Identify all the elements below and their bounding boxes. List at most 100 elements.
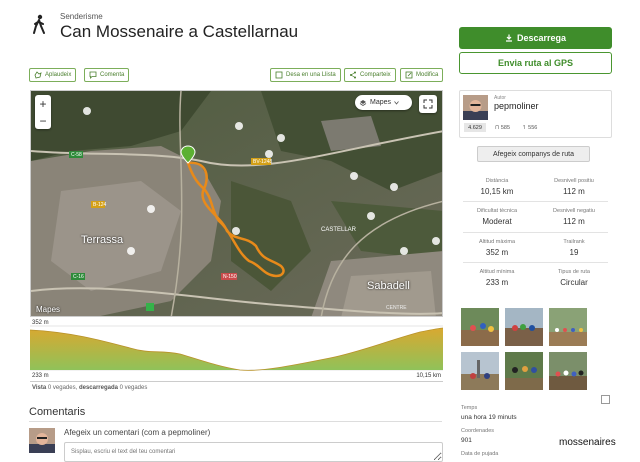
avatar xyxy=(29,428,55,453)
comment-label: Comenta xyxy=(100,72,125,78)
detail-value: Moderat xyxy=(482,217,512,226)
route-map[interactable]: C-58 BV-1248 B-124 C-16 N-150 CASTELLAR … xyxy=(30,90,443,317)
clap-icon xyxy=(34,71,42,79)
save-list-label: Desa en una Llista xyxy=(286,72,336,78)
road-label: N-150 xyxy=(223,274,237,280)
elevation-max-label: 352 m xyxy=(32,320,49,326)
detail-value: 19 xyxy=(569,248,579,257)
divider xyxy=(29,421,442,422)
detail-label: Distància xyxy=(485,178,509,184)
edit-icon xyxy=(405,71,413,79)
chevron-down-icon xyxy=(394,100,399,105)
detail-min-altitude: Altitud mínima 233 m xyxy=(459,269,535,287)
watermark: mossenaires xyxy=(559,437,616,448)
download-button[interactable]: Descarrega xyxy=(459,27,612,49)
road-label: C-58 xyxy=(71,152,82,158)
list-icon xyxy=(275,71,283,79)
download-icon xyxy=(505,34,512,42)
detail-trailrank: Trailrank 19 xyxy=(536,239,612,257)
photos-expand-toggle[interactable] xyxy=(601,395,610,404)
share-icon xyxy=(350,71,356,79)
downloads-value: 0 vegades xyxy=(119,385,148,391)
author-rank-badge: 4.629 xyxy=(464,123,486,132)
views-downloads-line: Vista 0 vegades, descarregada 0 vegades xyxy=(32,385,148,391)
applaud-label: Aplaudeix xyxy=(45,72,72,78)
views-label: Vista xyxy=(32,385,47,391)
edit-label: Modifica xyxy=(416,72,439,78)
add-companions-button[interactable]: Afegeix companys de ruta xyxy=(477,146,590,162)
coords-label: Coordenades xyxy=(461,428,495,434)
detail-label: Trailrank xyxy=(563,239,585,245)
centre-label: CENTRE xyxy=(386,305,407,311)
elevation-profile[interactable]: 352 m 233 m 10,15 km xyxy=(29,320,444,382)
detail-route-type: Tipus de ruta Circular xyxy=(536,269,612,287)
route-photo[interactable] xyxy=(461,352,499,390)
divider xyxy=(463,232,608,233)
detail-value: 233 m xyxy=(485,278,509,287)
coords-value: 901 xyxy=(461,437,472,444)
park-marker xyxy=(146,303,154,311)
apple-maps-label: Mapes xyxy=(36,305,61,314)
upload-date-label: Data de pujada xyxy=(461,451,499,457)
comments-title: Comentaris xyxy=(29,406,86,418)
followers-icon: ↿ xyxy=(522,125,527,131)
comment-button[interactable]: Comenta xyxy=(84,68,130,82)
detail-max-altitude: Altitud màxima 352 m xyxy=(459,239,535,257)
route-photo[interactable] xyxy=(505,308,543,346)
fullscreen-icon xyxy=(423,99,433,109)
elevation-distance-label: 10,15 km xyxy=(416,373,441,379)
comment-input[interactable] xyxy=(64,442,443,462)
detail-label: Tipus de ruta xyxy=(558,269,590,275)
page-title: Can Mossenaire a Castellarnau xyxy=(60,22,299,41)
hiking-icon xyxy=(33,14,45,34)
layers-label: Mapes xyxy=(370,99,392,106)
time-label: Temps xyxy=(461,405,478,411)
detail-distance: Distància 10,15 km xyxy=(459,178,535,196)
detail-label: Dificultat tècnica xyxy=(476,208,518,214)
detail-value: 352 m xyxy=(485,248,509,257)
detail-label: Altitud mínima xyxy=(479,269,515,275)
share-label: Comparteix xyxy=(360,72,391,78)
route-photo[interactable] xyxy=(505,352,543,390)
divider xyxy=(463,201,608,202)
terrassa-label: Terrassa xyxy=(81,234,124,246)
road-label: B-124 xyxy=(93,202,107,208)
zoom-control: + − xyxy=(35,95,51,129)
detail-label: Desnivell negatiu xyxy=(553,208,595,214)
detail-label: Desnivell positiu xyxy=(554,178,594,184)
route-photo[interactable] xyxy=(549,352,587,390)
detail-difficulty: Dificultat tècnica Moderat xyxy=(459,208,535,226)
fullscreen-button[interactable] xyxy=(419,95,437,113)
route-photo[interactable] xyxy=(461,308,499,346)
zoom-in-button[interactable]: + xyxy=(39,97,46,111)
detail-value: 112 m xyxy=(563,187,585,196)
author-name[interactable]: pepmoliner xyxy=(494,101,539,111)
edit-button[interactable]: Modifica xyxy=(400,68,444,82)
detail-value: 10,15 km xyxy=(480,187,514,196)
downloads-label: descarregada xyxy=(78,385,118,391)
detail-value: 112 m xyxy=(563,217,585,226)
views-value: 0 vegades xyxy=(47,385,76,391)
share-button[interactable]: Comparteix xyxy=(344,68,396,82)
route-photo[interactable] xyxy=(549,308,587,346)
comment-prompt: Afegeix un comentari (com a pepmoliner) xyxy=(64,428,211,437)
time-value: una hora 19 minuts xyxy=(461,414,517,421)
send-gps-button[interactable]: Envia ruta al GPS xyxy=(459,52,612,74)
elevation-min-label: 233 m xyxy=(32,373,49,379)
detail-elevation-loss: Desnivell negatiu 112 m xyxy=(536,208,612,226)
detail-label: Altitud màxima xyxy=(478,239,516,245)
layers-icon xyxy=(359,99,367,106)
apple-maps-logo: Mapes xyxy=(36,305,60,314)
author-trails-count: 585 xyxy=(500,125,511,131)
author-followers-count: 556 xyxy=(528,125,538,131)
download-label: Descarrega xyxy=(516,33,567,43)
zoom-out-button[interactable]: − xyxy=(39,114,46,128)
author-followers-stat: ↿ 556 xyxy=(522,125,537,131)
applaud-button[interactable]: Aplaudeix xyxy=(29,68,77,82)
author-avatar[interactable] xyxy=(463,95,488,120)
divider xyxy=(463,262,608,263)
save-list-button[interactable]: Desa en una Llista xyxy=(270,68,341,82)
map-layers-button[interactable]: Mapes xyxy=(355,95,412,110)
trails-icon: ⊓ xyxy=(495,125,500,131)
detail-value: Circular xyxy=(560,278,588,287)
